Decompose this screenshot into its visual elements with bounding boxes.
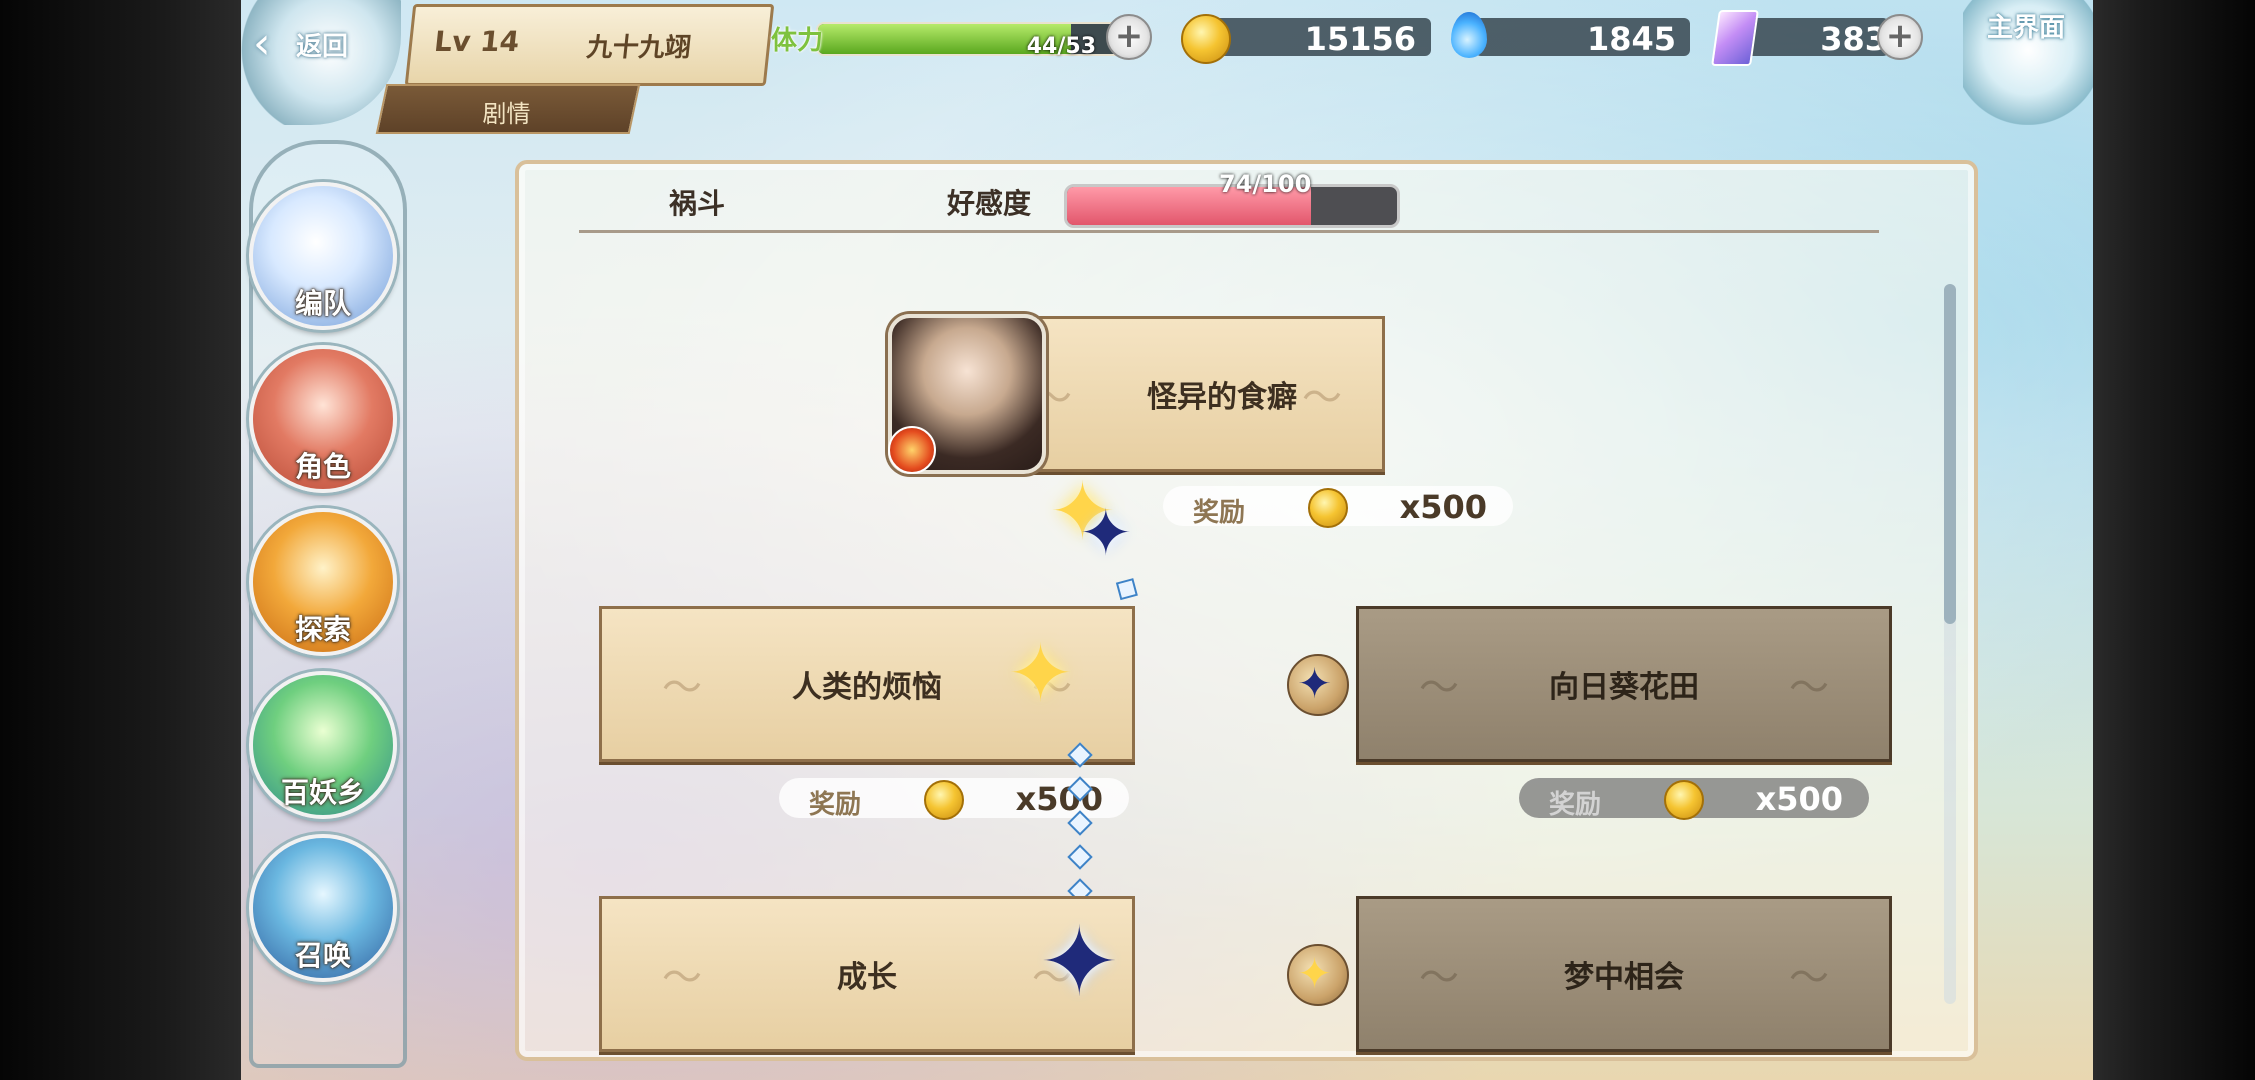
stamina-display: 体力 44/53 + [771, 14, 1152, 60]
nav-character-label: 角色 [294, 450, 351, 483]
story-title-3: 向日葵花田 [1549, 670, 1699, 705]
back-button[interactable]: ‹ 返回 [241, 0, 401, 125]
affinity-label: 好感度 [947, 187, 1032, 220]
right-letterbox [2093, 0, 2255, 1080]
nav-explore-label: 探索 [294, 613, 351, 646]
nav-character-button[interactable]: 角色 [249, 345, 397, 493]
scroll-thumb[interactable] [1944, 284, 1956, 624]
star-node-dark-icon: ✦ [1079, 497, 1133, 571]
character-portrait [888, 314, 1046, 474]
nav-summon-label: 召唤 [294, 939, 351, 972]
water-drop-icon [1451, 12, 1487, 58]
story-card-3-locked[interactable]: 〜 〜 向日葵花田 [1356, 606, 1892, 762]
reward-label: 奖励 [1549, 790, 1602, 820]
home-button[interactable]: 主界面 [1963, 0, 2093, 125]
star-node-dark-icon: ✦ [1039, 906, 1120, 1018]
player-level: Lv 14 [432, 25, 521, 58]
gold-coin-icon [1181, 14, 1231, 64]
story-panel: 祸斗 好感度 74/100 〜 〜 怪异的食癖 奖励 x500 ✦ ✦ 〜 〜 … [515, 160, 1978, 1061]
player-name: 九十九翊 [585, 33, 693, 63]
moon-star-icon: ✦ [1297, 949, 1333, 998]
water-value: 1845 [1586, 20, 1676, 58]
nav-team-label: 编队 [294, 287, 351, 320]
reward-amount: x500 [1755, 780, 1843, 818]
back-label: 返回 [296, 32, 349, 62]
nav-team-button[interactable]: 编队 [249, 182, 397, 330]
story-scrollbar[interactable] [1944, 284, 1956, 1004]
left-letterbox [0, 0, 241, 1080]
player-level-plate: Lv 14 九十九翊 [404, 4, 775, 86]
reward-amount: x500 [1399, 488, 1487, 526]
reward-label: 奖励 [809, 790, 862, 820]
add-stamina-button[interactable]: + [1106, 14, 1152, 60]
story-reward-1: 奖励 x500 [1163, 486, 1513, 528]
gold-display: 15156 [1181, 14, 1431, 64]
gem-display: 383 + [1709, 10, 1923, 66]
locked-moon-icon: ✦ [1287, 944, 1349, 1006]
home-label: 主界面 [1987, 13, 2066, 43]
character-name: 祸斗 [669, 187, 726, 220]
gold-value: 15156 [1304, 20, 1416, 58]
mode-label: 剧情 [482, 100, 531, 128]
rank-medal-icon [888, 426, 936, 474]
story-title-1: 怪异的食癖 [1147, 380, 1297, 415]
back-arrow-icon: ‹ [253, 18, 271, 69]
reward-coin-icon [1308, 488, 1348, 528]
nav-village-button[interactable]: 百妖乡 [249, 671, 397, 819]
story-reward-3: 奖励 x500 [1519, 778, 1869, 820]
add-gems-button[interactable]: + [1877, 14, 1923, 60]
nav-explore-button[interactable]: 探索 [249, 508, 397, 656]
header-divider [579, 230, 1879, 233]
reward-coin-icon [1664, 780, 1704, 820]
locked-moon-icon: ✦ [1287, 654, 1349, 716]
water-display: 1845 [1445, 12, 1690, 58]
reward-label: 奖励 [1193, 498, 1246, 528]
reward-coin-icon [924, 780, 964, 820]
stamina-value: 44/53 [1026, 34, 1096, 59]
affinity-value: 74/100 [1219, 170, 1312, 198]
star-node-gold-icon: ✦ [1007, 627, 1075, 720]
story-card-5-locked[interactable]: 〜 〜 梦中相会 [1356, 896, 1892, 1052]
stamina-label: 体力 [771, 26, 824, 56]
story-title-5: 梦中相会 [1564, 960, 1684, 995]
crystal-gem-icon [1711, 10, 1759, 66]
mode-tab[interactable]: 剧情 [375, 84, 641, 134]
nav-summon-button[interactable]: 召唤 [249, 834, 397, 982]
game-screen: ‹ 返回 Lv 14 九十九翊 剧情 体力 44/53 + 15156 1845… [241, 0, 2093, 1080]
nav-village-label: 百妖乡 [280, 776, 365, 809]
moon-star-icon: ✦ [1297, 659, 1333, 708]
left-nav: 编队 角色 探索 百妖乡 召唤 [241, 140, 411, 1068]
path-dots [1067, 742, 1093, 916]
